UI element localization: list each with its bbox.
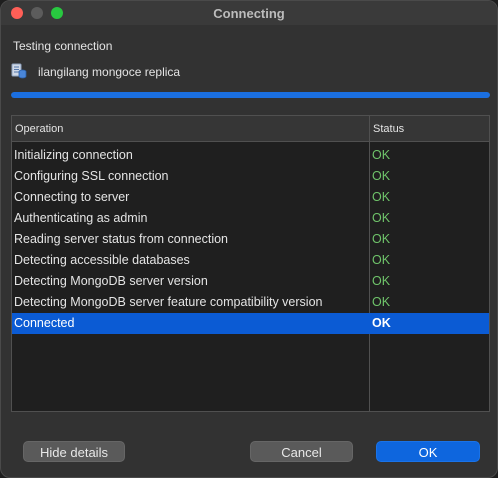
status-cell: OK bbox=[372, 274, 391, 288]
table-row[interactable]: Connecting to server OK bbox=[12, 187, 489, 208]
operation-cell: Detecting MongoDB server feature compati… bbox=[14, 295, 323, 309]
progress-bar bbox=[11, 92, 490, 98]
hide-details-button[interactable]: Hide details bbox=[23, 441, 125, 462]
status-cell: OK bbox=[372, 232, 391, 246]
status-cell: OK bbox=[372, 169, 391, 183]
operation-cell: Connecting to server bbox=[14, 190, 130, 204]
operation-cell: Configuring SSL connection bbox=[14, 169, 169, 183]
table-row[interactable]: Reading server status from connection OK bbox=[12, 229, 489, 250]
status-cell: OK bbox=[372, 211, 391, 225]
operation-cell: Detecting MongoDB server version bbox=[14, 274, 208, 288]
operation-cell: Initializing connection bbox=[14, 148, 133, 162]
operation-cell: Detecting accessible databases bbox=[14, 253, 190, 267]
operations-table: Operation Status Initializing connection… bbox=[11, 115, 490, 412]
table-row[interactable]: Detecting MongoDB server feature compati… bbox=[12, 292, 489, 313]
window-title: Connecting bbox=[213, 6, 285, 21]
operation-cell: Connected bbox=[14, 316, 75, 330]
column-header-status[interactable]: Status bbox=[373, 123, 404, 135]
title-bar: Connecting bbox=[1, 1, 497, 25]
table-rows: Initializing connection OK Configuring SSL… bbox=[12, 145, 489, 334]
cancel-button[interactable]: Cancel bbox=[250, 441, 353, 462]
testing-heading: Testing connection bbox=[13, 39, 113, 53]
status-cell: OK bbox=[372, 253, 391, 267]
operation-cell: Reading server status from connection bbox=[14, 232, 228, 246]
table-row[interactable]: Detecting accessible databases OK bbox=[12, 250, 489, 271]
table-row[interactable]: Connected OK bbox=[12, 313, 489, 334]
connecting-dialog: Connecting Testing connection ilangilang… bbox=[0, 0, 498, 478]
table-row[interactable]: Initializing connection OK bbox=[12, 145, 489, 166]
status-cell: OK bbox=[372, 148, 391, 162]
connection-name: ilangilang mongoce replica bbox=[38, 65, 181, 79]
column-header-operation[interactable]: Operation bbox=[15, 123, 63, 135]
ok-button[interactable]: OK bbox=[376, 441, 480, 462]
status-cell: OK bbox=[372, 316, 391, 330]
status-cell: OK bbox=[372, 295, 391, 309]
table-row[interactable]: Configuring SSL connection OK bbox=[12, 166, 489, 187]
table-row[interactable]: Detecting MongoDB server version OK bbox=[12, 271, 489, 292]
progress-bar-fill bbox=[11, 92, 490, 98]
table-row[interactable]: Authenticating as admin OK bbox=[12, 208, 489, 229]
status-cell: OK bbox=[372, 190, 391, 204]
database-document-icon bbox=[11, 63, 27, 79]
operation-cell: Authenticating as admin bbox=[14, 211, 148, 225]
table-header: Operation Status bbox=[12, 116, 489, 142]
